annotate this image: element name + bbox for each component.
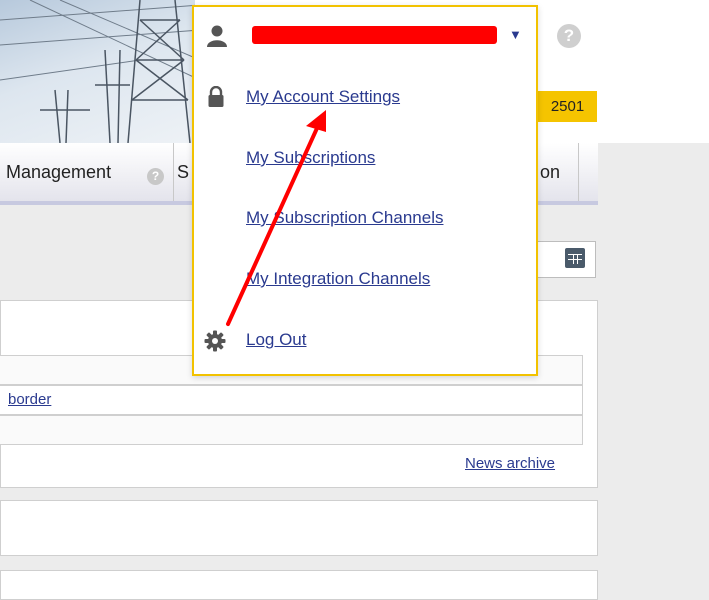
content-panel <box>0 570 598 600</box>
menu-item-subscriptions[interactable]: My Subscriptions <box>246 148 375 168</box>
nav-divider <box>173 143 174 201</box>
user-icon <box>207 25 227 47</box>
menu-item-integration-channels[interactable]: My Integration Channels <box>246 269 430 289</box>
redacted-username[interactable] <box>252 26 497 44</box>
user-number-badge: 2501 <box>538 91 597 122</box>
chevron-down-icon[interactable]: ▼ <box>509 27 522 42</box>
header-banner-image <box>0 0 200 143</box>
news-archive-link[interactable]: News archive <box>465 455 555 472</box>
menu-item-account-settings[interactable]: My Account Settings <box>246 87 400 107</box>
nav-tab-partial-right[interactable]: on <box>540 162 560 183</box>
news-item-link[interactable]: border <box>8 391 51 408</box>
content-panel <box>0 500 598 556</box>
nav-divider <box>578 143 579 201</box>
nav-tab-management[interactable]: Management <box>6 162 111 183</box>
user-account-dropdown <box>192 5 538 376</box>
nav-tab-partial[interactable]: S <box>177 162 189 183</box>
gear-icon <box>204 330 226 352</box>
grid-view-icon[interactable] <box>565 248 585 268</box>
help-icon[interactable]: ? <box>557 24 581 48</box>
power-lines-image <box>0 0 200 143</box>
menu-item-subscription-channels[interactable]: My Subscription Channels <box>246 208 443 228</box>
table-row <box>0 415 583 445</box>
help-icon[interactable]: ? <box>147 168 164 185</box>
lock-icon <box>208 86 224 107</box>
menu-item-log-out[interactable]: Log Out <box>246 330 307 350</box>
table-row <box>0 385 583 415</box>
